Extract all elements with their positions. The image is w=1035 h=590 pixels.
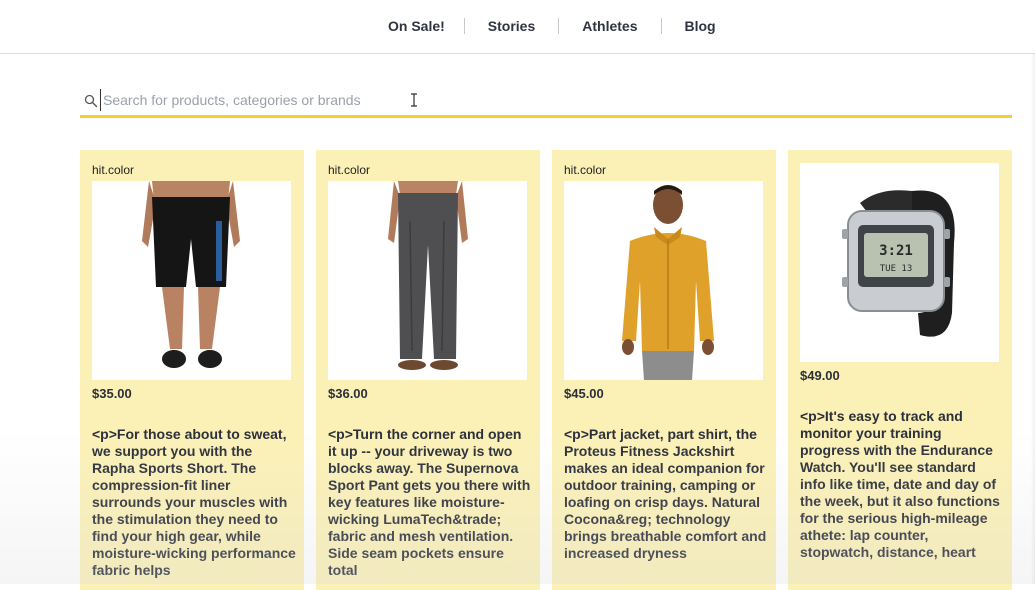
- svg-text:3:21: 3:21: [879, 243, 913, 259]
- product-card[interactable]: hit.color $35.00 <p>For those about to s…: [80, 150, 304, 590]
- product-card[interactable]: hit.color $45.00 <p>Part jacket, part sh…: [552, 150, 776, 590]
- search-icon: [84, 94, 98, 108]
- product-tag: hit.color: [564, 163, 607, 177]
- watch-image-icon: 3:21 TUE 13: [800, 163, 999, 362]
- product-description: <p>For those about to sweat, we support …: [92, 426, 296, 578]
- product-tag: hit.color: [92, 163, 135, 177]
- nav-item-stories[interactable]: Stories: [465, 17, 558, 35]
- product-price: $45.00: [564, 386, 604, 401]
- search-bar: [80, 86, 1012, 118]
- product-image-jackshirt[interactable]: [564, 181, 763, 380]
- product-price: $49.00: [800, 368, 840, 383]
- product-price: $35.00: [92, 386, 132, 401]
- jackshirt-image-icon: [564, 181, 763, 380]
- product-tag: hit.color: [328, 163, 371, 177]
- shorts-image-icon: [92, 181, 291, 380]
- product-description: <p>It's easy to track and monitor your t…: [800, 408, 1000, 560]
- product-description: <p>Turn the corner and open it up -- you…: [328, 426, 531, 578]
- pants-image-icon: [328, 181, 527, 380]
- nav-item-blog[interactable]: Blog: [662, 17, 739, 35]
- product-image-pants[interactable]: [328, 181, 527, 380]
- nav-menu: On Sale! Stories Athletes Blog: [369, 17, 739, 35]
- top-navigation: On Sale! Stories Athletes Blog: [0, 0, 1035, 54]
- product-card[interactable]: hit.color $36.00 <p>Turn the corner and …: [316, 150, 540, 590]
- text-cursor-icon: [411, 93, 417, 107]
- product-grid: hit.color $35.00 <p>For those about to s…: [80, 150, 1012, 590]
- svg-text:TUE 13: TUE 13: [880, 264, 913, 274]
- product-image-watch[interactable]: 3:21 TUE 13: [800, 163, 999, 362]
- product-image-shorts[interactable]: [92, 181, 291, 380]
- product-card[interactable]: 3:21 TUE 13 $49.00 <p>It's easy to track…: [788, 150, 1012, 590]
- scrollbar-edge: [1031, 54, 1035, 584]
- nav-item-athletes[interactable]: Athletes: [559, 17, 660, 35]
- search-input[interactable]: [100, 89, 563, 111]
- nav-item-on-sale[interactable]: On Sale!: [369, 17, 464, 35]
- product-price: $36.00: [328, 386, 368, 401]
- product-description: <p>Part jacket, part shirt, the Proteus …: [564, 426, 767, 561]
